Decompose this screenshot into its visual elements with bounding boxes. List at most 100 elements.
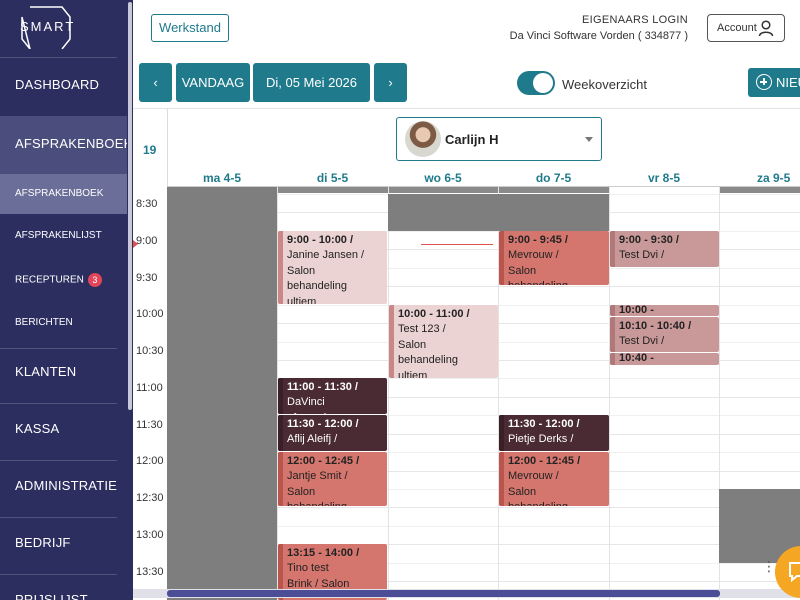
time-label: 9:00 — [136, 235, 158, 247]
appointment-time: 10:00 - 11:00 / — [398, 308, 470, 320]
appointment-card[interactable]: 9:00 - 10:00 / Janine Jansen / Salon beh… — [278, 231, 387, 304]
calendar-grid[interactable]: 8:30 9:00 9:30 10:00 10:30 11:00 11:30 1… — [133, 187, 800, 600]
appointment-card[interactable]: 11:30 - 12:00 / Aflij Aleifj / — [278, 415, 387, 451]
previous-day-button[interactable]: ‹ — [139, 63, 172, 102]
time-label: 9:30 — [136, 272, 158, 284]
plus-circle-icon — [756, 74, 772, 90]
appointment-line: Test Dvi / — [619, 249, 665, 262]
header-bar — [276, 187, 609, 193]
time-label: 12:00 — [136, 455, 164, 467]
sidebar-scrollbar-thumb[interactable] — [128, 2, 132, 410]
closed-day-block — [167, 187, 277, 600]
calendar-top-divider — [133, 108, 800, 109]
time-label: 12:30 — [136, 492, 164, 504]
day-header[interactable]: ma 4-5 — [167, 171, 277, 187]
appointment-line: ultiem — [287, 295, 317, 304]
appointment-card[interactable]: 9:00 - 9:30 / Test Dvi / — [610, 231, 719, 267]
day-header[interactable]: di 5-5 — [277, 171, 388, 187]
week-number: 19 — [143, 143, 157, 157]
time-label: 8:30 — [136, 198, 158, 210]
sidebar-divider — [0, 57, 117, 58]
appointment-time: 10:40 - — [619, 353, 654, 364]
staff-name: Carlijn H — [445, 132, 499, 147]
appointment-card[interactable]: 12:00 - 12:45 / Jantje Smit / Salon beha… — [278, 452, 387, 506]
appointment-line: Test Dvi / — [619, 335, 665, 348]
sidebar-item-prijslijst[interactable]: PRIJSLIJST — [0, 592, 127, 600]
sidebar-subitem-recepturen[interactable]: RECEPTUREN 3 — [0, 273, 127, 289]
account-label: Account — [717, 22, 757, 34]
sidebar-item-bedrijf[interactable]: BEDRIJF — [0, 535, 127, 555]
sidebar-item-dashboard[interactable]: DASHBOARD — [0, 77, 127, 97]
appointment-stripe — [499, 452, 504, 506]
appointment-card[interactable]: 12:00 - 12:45 / Mevrouw / Salon behandel… — [499, 452, 609, 506]
sidebar-item-label: AFSPRAKENLIJST — [15, 230, 102, 241]
appointment-card[interactable]: 11:30 - 12:00 / Pietje Derks / — [499, 415, 609, 451]
appointment-time: 13:15 - 14:00 / — [287, 547, 360, 559]
appointment-time: 10:10 - 10:40 / — [619, 320, 692, 332]
day-header[interactable]: wo 6-5 — [388, 171, 498, 187]
sidebar-subitem-afsprakenboek[interactable]: AFSPRAKENBOEK — [0, 174, 127, 214]
new-appointment-button[interactable]: NIEUW — [748, 68, 800, 97]
week-overview-label: Weekoverzicht — [562, 77, 648, 92]
sidebar: SMART DASHBOARD AFSPRAKENBOEK AFSPRAKENB… — [0, 0, 133, 600]
account-button[interactable]: Account — [707, 14, 785, 42]
appointment-line: Pietje Derks / — [508, 433, 574, 446]
appointment-card[interactable]: 10:00 - 11:00 / Test 123 / Salon behande… — [389, 305, 498, 378]
appointment-card[interactable]: 10:00 - — [610, 305, 719, 316]
appointment-card[interactable]: 11:00 - 11:30 / DaVinci afspraak — [278, 378, 387, 414]
company-label: Da Vinci Software Vorden ( 334877 ) — [509, 30, 688, 42]
sidebar-item-kassa[interactable]: KASSA — [0, 421, 127, 441]
appointment-time: 11:30 - 12:00 / — [287, 418, 359, 430]
avatar — [405, 121, 441, 157]
chevron-down-icon — [585, 137, 593, 142]
appointment-line: Test 123 / — [398, 323, 446, 336]
sidebar-item-label: AFSPRAKENBOEK — [15, 136, 133, 151]
time-label: 10:00 — [136, 308, 164, 320]
appointment-time: 9:00 - 10:00 / — [287, 234, 354, 246]
werkstand-button[interactable]: Werkstand — [151, 14, 229, 42]
next-day-button[interactable]: › — [374, 63, 407, 102]
appointment-stripe — [610, 353, 615, 365]
appointment-line: Jantje Smit / — [287, 470, 348, 483]
sidebar-item-administratie[interactable]: ADMINISTRATIE — [0, 478, 127, 498]
horizontal-scrollbar-thumb[interactable] — [167, 590, 720, 597]
time-label: 11:30 — [136, 419, 163, 431]
week-overview-toggle-knob[interactable] — [533, 73, 553, 93]
closed-time-block — [388, 194, 498, 231]
appointment-time: 11:00 - 11:30 / — [287, 381, 358, 393]
user-icon — [758, 20, 774, 37]
appointment-stripe — [278, 231, 283, 304]
day-header[interactable]: vr 8-5 — [609, 171, 719, 187]
owner-login-label: EIGENAARS LOGIN — [582, 14, 688, 26]
day-header[interactable]: za 9-5 — [719, 171, 800, 187]
time-label: 10:30 — [136, 345, 164, 357]
smart-logo[interactable]: SMART — [20, 5, 76, 50]
appointment-card[interactable]: 10:10 - 10:40 / Test Dvi / — [610, 317, 719, 352]
sidebar-item-label: BEDRIJF — [15, 535, 71, 550]
recepturen-count-badge: 3 — [87, 273, 102, 287]
date-picker-button[interactable]: Di, 05 Mei 2026 — [253, 63, 370, 102]
appointment-card[interactable]: 9:00 - 9:45 / Mevrouw / Salon behandelin… — [499, 231, 609, 285]
appointment-line: DaVinci — [287, 396, 325, 409]
appointment-stripe — [610, 231, 615, 267]
chat-icon — [789, 562, 800, 583]
time-label: 13:00 — [136, 529, 164, 541]
appointment-line: ultiem — [398, 369, 428, 378]
logo-text: SMART — [20, 19, 76, 34]
appointment-line: Mevrouw / — [508, 249, 559, 262]
appointment-time: 12:00 - 12:45 / — [508, 455, 581, 467]
appointment-card[interactable]: 10:40 - — [610, 353, 719, 365]
appointment-line: Aflij Aleifj / — [287, 433, 338, 446]
appointment-time: 10:00 - — [619, 305, 654, 316]
sidebar-subitem-afsprakenlijst[interactable]: AFSPRAKENLIJST — [0, 230, 127, 246]
today-button[interactable]: VANDAAG — [176, 63, 250, 102]
sidebar-item-label: RECEPTUREN — [15, 274, 84, 286]
sidebar-item-label: KASSA — [15, 421, 60, 436]
sidebar-subitem-berichten[interactable]: BERICHTEN — [0, 317, 127, 333]
sidebar-item-klanten[interactable]: KLANTEN — [0, 364, 127, 384]
sidebar-divider — [0, 403, 117, 404]
day-header[interactable]: do 7-5 — [498, 171, 609, 187]
sidebar-item-label: DASHBOARD — [15, 77, 100, 92]
staff-select[interactable]: Carlijn H — [396, 117, 602, 161]
sidebar-item-afsprakenboek[interactable]: AFSPRAKENBOEK — [0, 136, 132, 156]
